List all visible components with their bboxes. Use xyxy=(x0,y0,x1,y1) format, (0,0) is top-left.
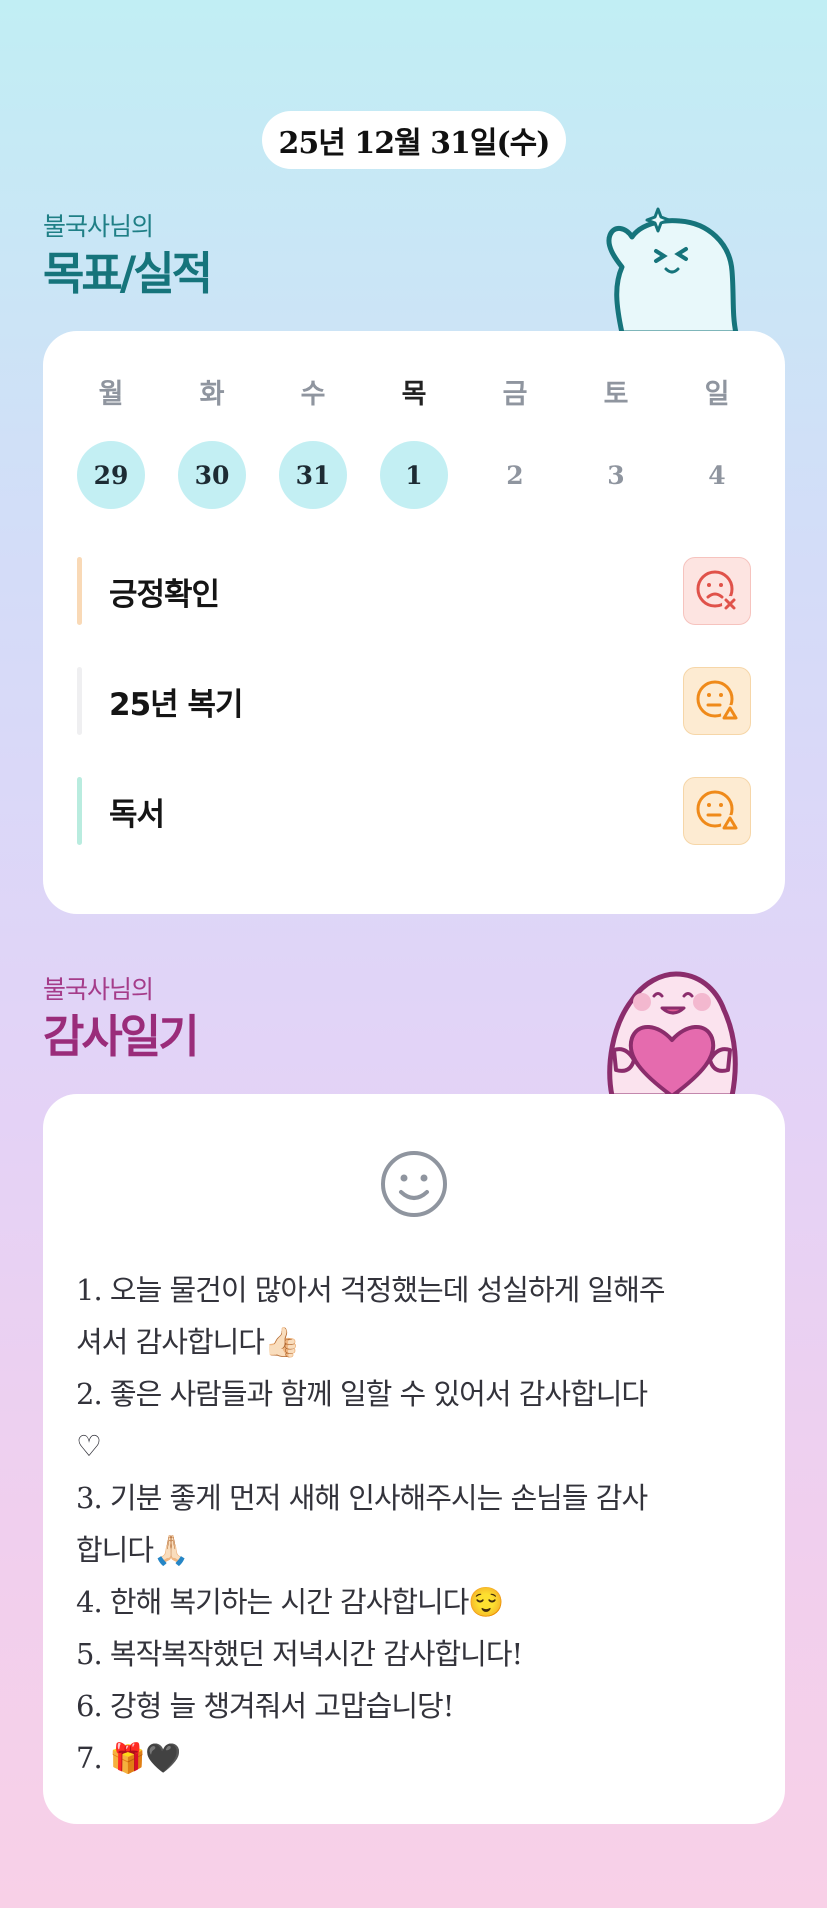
thanks-title: 감사일기 xyxy=(43,1010,200,1063)
habit-label: 25년 복기 xyxy=(109,686,243,723)
day-date[interactable]: 29 xyxy=(77,441,145,509)
day-date[interactable]: 30 xyxy=(178,441,246,509)
habit-color-bar xyxy=(77,777,82,845)
day-name: 월 xyxy=(98,379,124,410)
thanks-mascot-illustration xyxy=(607,971,738,1096)
day-column-sat[interactable]: 토 3 xyxy=(582,379,650,509)
diary-entry: 2. 좋은 사람들과 함께 일할 수 있어서 감사합니다 ♡ xyxy=(76,1377,648,1463)
diary-entry: 7. 🎁🖤 xyxy=(76,1741,181,1775)
habit-status-button[interactable] xyxy=(683,557,751,625)
day-name: 수 xyxy=(300,379,326,410)
diary-entry: 3. 기분 좋게 먼저 새해 인사해주시는 손님들 감사 합니다🙏🏻 xyxy=(76,1481,648,1567)
neutral-face-triangle-icon xyxy=(696,680,739,723)
day-date[interactable]: 2 xyxy=(481,441,549,509)
habit-label: 긍정확인 xyxy=(109,576,220,613)
gratitude-diary-text: 1. 오늘 물건이 많아서 걱정했는데 성실하게 일해주 셔서 감사합니다👍🏻 … xyxy=(76,1264,766,1784)
habit-row[interactable]: 긍정확인 xyxy=(77,556,751,626)
goals-mascot-illustration xyxy=(606,207,739,333)
habit-status-button[interactable] xyxy=(683,667,751,735)
neutral-face-triangle-icon xyxy=(696,790,739,833)
thanks-card: 1. 오늘 물건이 많아서 걱정했는데 성실하게 일해주 셔서 감사합니다👍🏻 … xyxy=(43,1094,785,1824)
habit-row[interactable]: 독서 xyxy=(77,776,751,846)
diary-entry: 4. 한해 복기하는 시간 감사합니다😌 xyxy=(76,1585,505,1619)
sad-face-x-icon xyxy=(696,570,738,612)
day-name: 토 xyxy=(603,379,629,410)
day-column-mon[interactable]: 월 29 xyxy=(77,379,145,509)
diary-entry: 6. 강형 늘 챙겨줘서 고맙습니당! xyxy=(76,1689,454,1723)
day-column-wed[interactable]: 수 31 xyxy=(279,379,347,509)
habit-color-bar xyxy=(77,667,82,735)
day-name: 금 xyxy=(502,379,528,410)
day-column-sun[interactable]: 일 4 xyxy=(683,379,751,509)
day-name: 일 xyxy=(704,379,730,410)
habit-label: 독서 xyxy=(109,796,165,833)
week-calendar: 월 29 화 30 수 31 목 1 금 2 토 3 일 4 xyxy=(77,379,751,509)
habit-status-button[interactable] xyxy=(683,777,751,845)
day-column-tue[interactable]: 화 30 xyxy=(178,379,246,509)
day-date[interactable]: 31 xyxy=(279,441,347,509)
day-column-fri[interactable]: 금 2 xyxy=(481,379,549,509)
habit-color-bar xyxy=(77,557,82,625)
day-name: 화 xyxy=(199,379,225,410)
day-date[interactable]: 3 xyxy=(582,441,650,509)
diary-entry: 1. 오늘 물건이 많아서 걱정했는데 성실하게 일해주 셔서 감사합니다👍🏻 xyxy=(76,1273,666,1359)
goals-title: 목표/실적 xyxy=(43,247,213,300)
day-name-today: 목 xyxy=(401,379,427,410)
habit-row[interactable]: 25년 복기 xyxy=(77,666,751,736)
smiley-face-icon[interactable] xyxy=(379,1149,449,1219)
day-date[interactable]: 1 xyxy=(380,441,448,509)
day-column-thu[interactable]: 목 1 xyxy=(380,379,448,509)
goals-card: 월 29 화 30 수 31 목 1 금 2 토 3 일 4 긍정확인 25년 … xyxy=(43,331,785,914)
diary-entry: 5. 복작복작했던 저녁시간 감사합니다! xyxy=(76,1637,523,1671)
date-display[interactable]: 25년 12월 31일(수) xyxy=(262,111,566,169)
day-date[interactable]: 4 xyxy=(683,441,751,509)
